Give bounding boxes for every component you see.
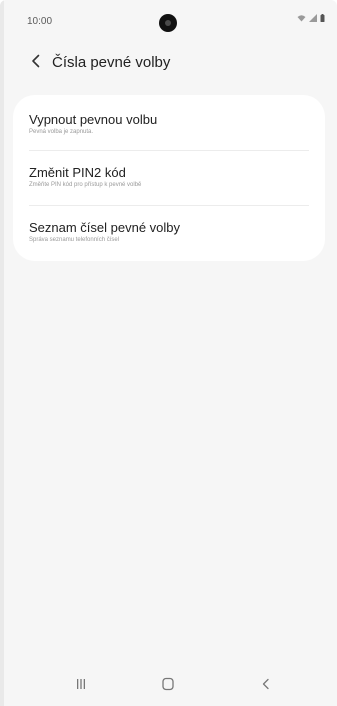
back-button[interactable] xyxy=(25,52,47,74)
item-subtitle: Pevná volba je zapnuta. xyxy=(29,129,94,135)
item-title: Seznam čísel pevné volby xyxy=(29,220,181,235)
item-subtitle: Změňte PIN kód pro přístup k pevné volbě xyxy=(29,182,142,188)
recents-button[interactable] xyxy=(67,672,95,700)
page-title: Čísla pevné volby xyxy=(52,54,171,71)
divider xyxy=(29,205,309,206)
item-title: Vypnout pevnou volbu xyxy=(29,112,158,127)
settings-card: Vypnout pevnou volbu Pevná volba je zapn… xyxy=(13,95,325,261)
home-icon xyxy=(161,677,175,696)
list-item-fdn-list[interactable]: Seznam čísel pevné volby Správa seznamu … xyxy=(13,207,325,257)
phone-screen: 10:00 Čísla pevné volby Vypnout pevnou v… xyxy=(0,0,337,706)
status-icons xyxy=(297,14,325,22)
item-title: Změnit PIN2 kód xyxy=(29,165,126,180)
back-icon xyxy=(261,677,271,695)
signal-icon xyxy=(309,14,317,22)
battery-icon xyxy=(320,14,325,22)
list-item-disable-fdn[interactable]: Vypnout pevnou volbu Pevná volba je zapn… xyxy=(13,95,325,145)
home-button[interactable] xyxy=(154,672,182,700)
nav-back-button[interactable] xyxy=(252,672,280,700)
wifi-icon xyxy=(297,14,306,22)
navigation-bar xyxy=(0,677,337,706)
list-item-change-pin2[interactable]: Změnit PIN2 kód Změňte PIN kód pro příst… xyxy=(13,152,325,202)
item-subtitle: Správa seznamu telefonních čísel xyxy=(29,237,120,243)
chevron-left-icon xyxy=(31,54,41,73)
status-bar: 10:00 xyxy=(0,0,337,36)
app-bar: Čísla pevné volby xyxy=(0,46,337,80)
front-camera xyxy=(159,14,177,32)
divider xyxy=(29,150,309,151)
status-time: 10:00 xyxy=(27,16,53,27)
recents-icon xyxy=(75,677,87,695)
